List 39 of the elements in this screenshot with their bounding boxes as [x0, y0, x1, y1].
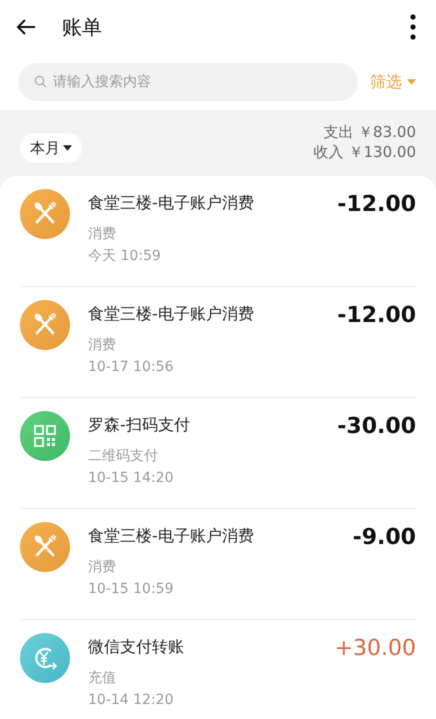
transaction-time: 10-15 10:59: [88, 580, 174, 599]
caret-icon: [63, 145, 72, 151]
transaction-category: 充值: [88, 669, 117, 688]
transaction-title: 食堂三楼-电子账户消费: [88, 304, 255, 324]
more-options-icon[interactable]: [410, 14, 416, 40]
transaction-category: 二维码支付: [88, 447, 159, 466]
expense-total: 支出 ￥83.00: [323, 122, 416, 142]
transaction-time: 10-14 12:20: [88, 691, 174, 710]
transaction-time: 今天 10:59: [88, 247, 162, 266]
transaction-amount: +30.00: [334, 635, 416, 663]
transaction-item[interactable]: 罗森-扫码支付 二维码支付 10-15 14:20 -30.00: [20, 398, 416, 509]
month-dropdown[interactable]: 本月: [20, 133, 82, 163]
qr-code-icon: [20, 411, 70, 461]
transaction-time: 10-17 10:56: [88, 358, 174, 377]
transaction-title: 食堂三楼-电子账户消费: [88, 193, 255, 213]
transaction-title: 微信支付转账: [88, 637, 185, 657]
transaction-title: 食堂三楼-电子账户消费: [88, 526, 255, 546]
fork-spoon-icon: [20, 189, 70, 239]
fork-spoon-icon: [20, 522, 70, 572]
transaction-item[interactable]: 食堂三楼-电子账户消费 消费 10-17 10:56 -12.00: [20, 287, 416, 398]
page-title: 账单: [62, 14, 103, 40]
transaction-item[interactable]: 食堂三楼-电子账户消费 消费 今天 10:59 -12.00: [20, 176, 416, 287]
transaction-amount: -12.00: [337, 302, 416, 330]
caret-icon: [407, 79, 416, 85]
transaction-category: 消费: [88, 558, 117, 577]
transaction-amount: -30.00: [337, 413, 416, 441]
transaction-category: 消费: [88, 336, 117, 355]
fork-spoon-icon: [20, 300, 70, 350]
income-total: 收入 ￥130.00: [314, 142, 416, 162]
transaction-time: 10-15 14:20: [88, 469, 174, 488]
search-field[interactable]: 请输入搜索内容: [18, 63, 358, 101]
transaction-item[interactable]: 微信支付转账 充值 10-14 12:20 +30.00: [20, 620, 416, 719]
search-icon: [34, 75, 47, 88]
currency-transfer-icon: [20, 633, 70, 683]
transaction-title: 罗森-扫码支付: [88, 415, 191, 435]
transaction-amount: -12.00: [337, 191, 416, 219]
transaction-amount: -9.00: [352, 524, 416, 552]
transaction-category: 消费: [88, 225, 117, 244]
transaction-item[interactable]: 食堂三楼-电子账户消费 消费 10-15 10:59 -9.00: [20, 509, 416, 620]
